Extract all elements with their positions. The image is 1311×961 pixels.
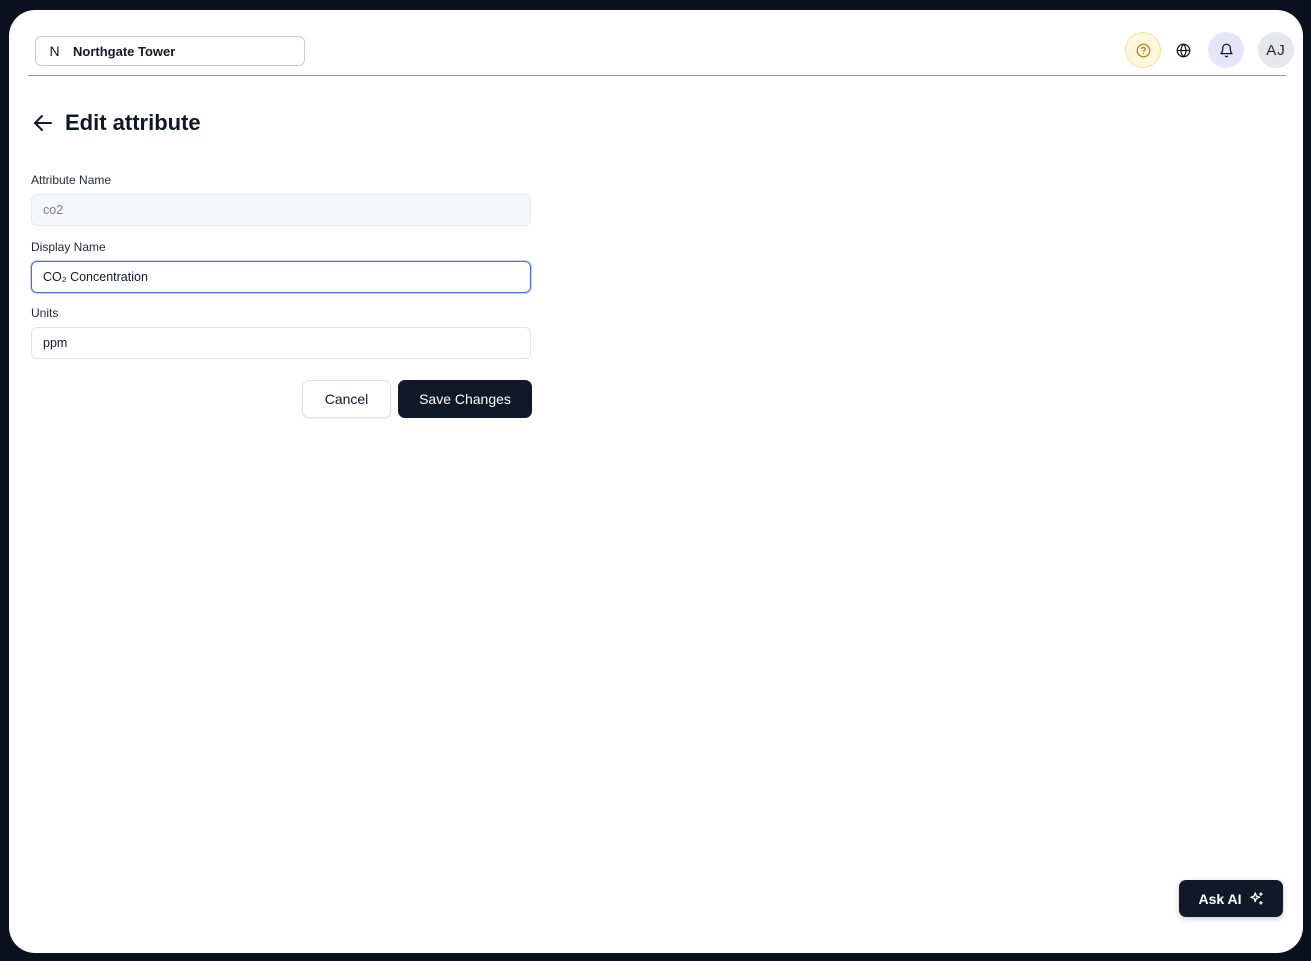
display-name-input[interactable]: [31, 261, 531, 293]
ask-ai-button[interactable]: Ask AI: [1179, 880, 1283, 917]
help-icon: [1136, 43, 1150, 57]
arrow-left-icon: [34, 115, 52, 131]
cancel-button[interactable]: Cancel: [302, 380, 391, 418]
attribute-name-group: Attribute Name: [31, 172, 531, 226]
ask-ai-label: Ask AI: [1198, 890, 1242, 907]
notifications-button[interactable]: [1208, 32, 1244, 68]
header-actions: AJ: [1125, 32, 1294, 68]
units-input[interactable]: [31, 327, 531, 359]
sparkle-icon: [1249, 892, 1263, 905]
app-window: N Northgate Tower AJ Edit attribute Attr…: [9, 10, 1303, 953]
user-avatar[interactable]: AJ: [1258, 32, 1294, 68]
units-group: Units: [31, 305, 531, 359]
back-button[interactable]: [31, 110, 57, 136]
page-header: Edit attribute: [31, 110, 201, 136]
building-initial: N: [49, 43, 60, 59]
attribute-name-label: Attribute Name: [31, 173, 112, 187]
bell-icon: [1219, 43, 1233, 57]
building-name: Northgate Tower: [73, 43, 176, 59]
top-bar: N Northgate Tower AJ: [28, 10, 1294, 76]
save-changes-button[interactable]: Save Changes: [398, 380, 532, 418]
globe-icon: [1176, 43, 1190, 57]
display-name-label: Display Name: [31, 240, 106, 254]
building-selector[interactable]: N Northgate Tower: [35, 36, 305, 66]
help-button[interactable]: [1125, 32, 1161, 68]
display-name-group: Display Name: [31, 239, 531, 293]
language-button[interactable]: [1165, 32, 1201, 68]
page-title: Edit attribute: [65, 110, 201, 135]
attribute-name-input: [31, 194, 531, 226]
form-actions: Cancel Save Changes: [302, 380, 532, 418]
units-label: Units: [31, 306, 59, 320]
